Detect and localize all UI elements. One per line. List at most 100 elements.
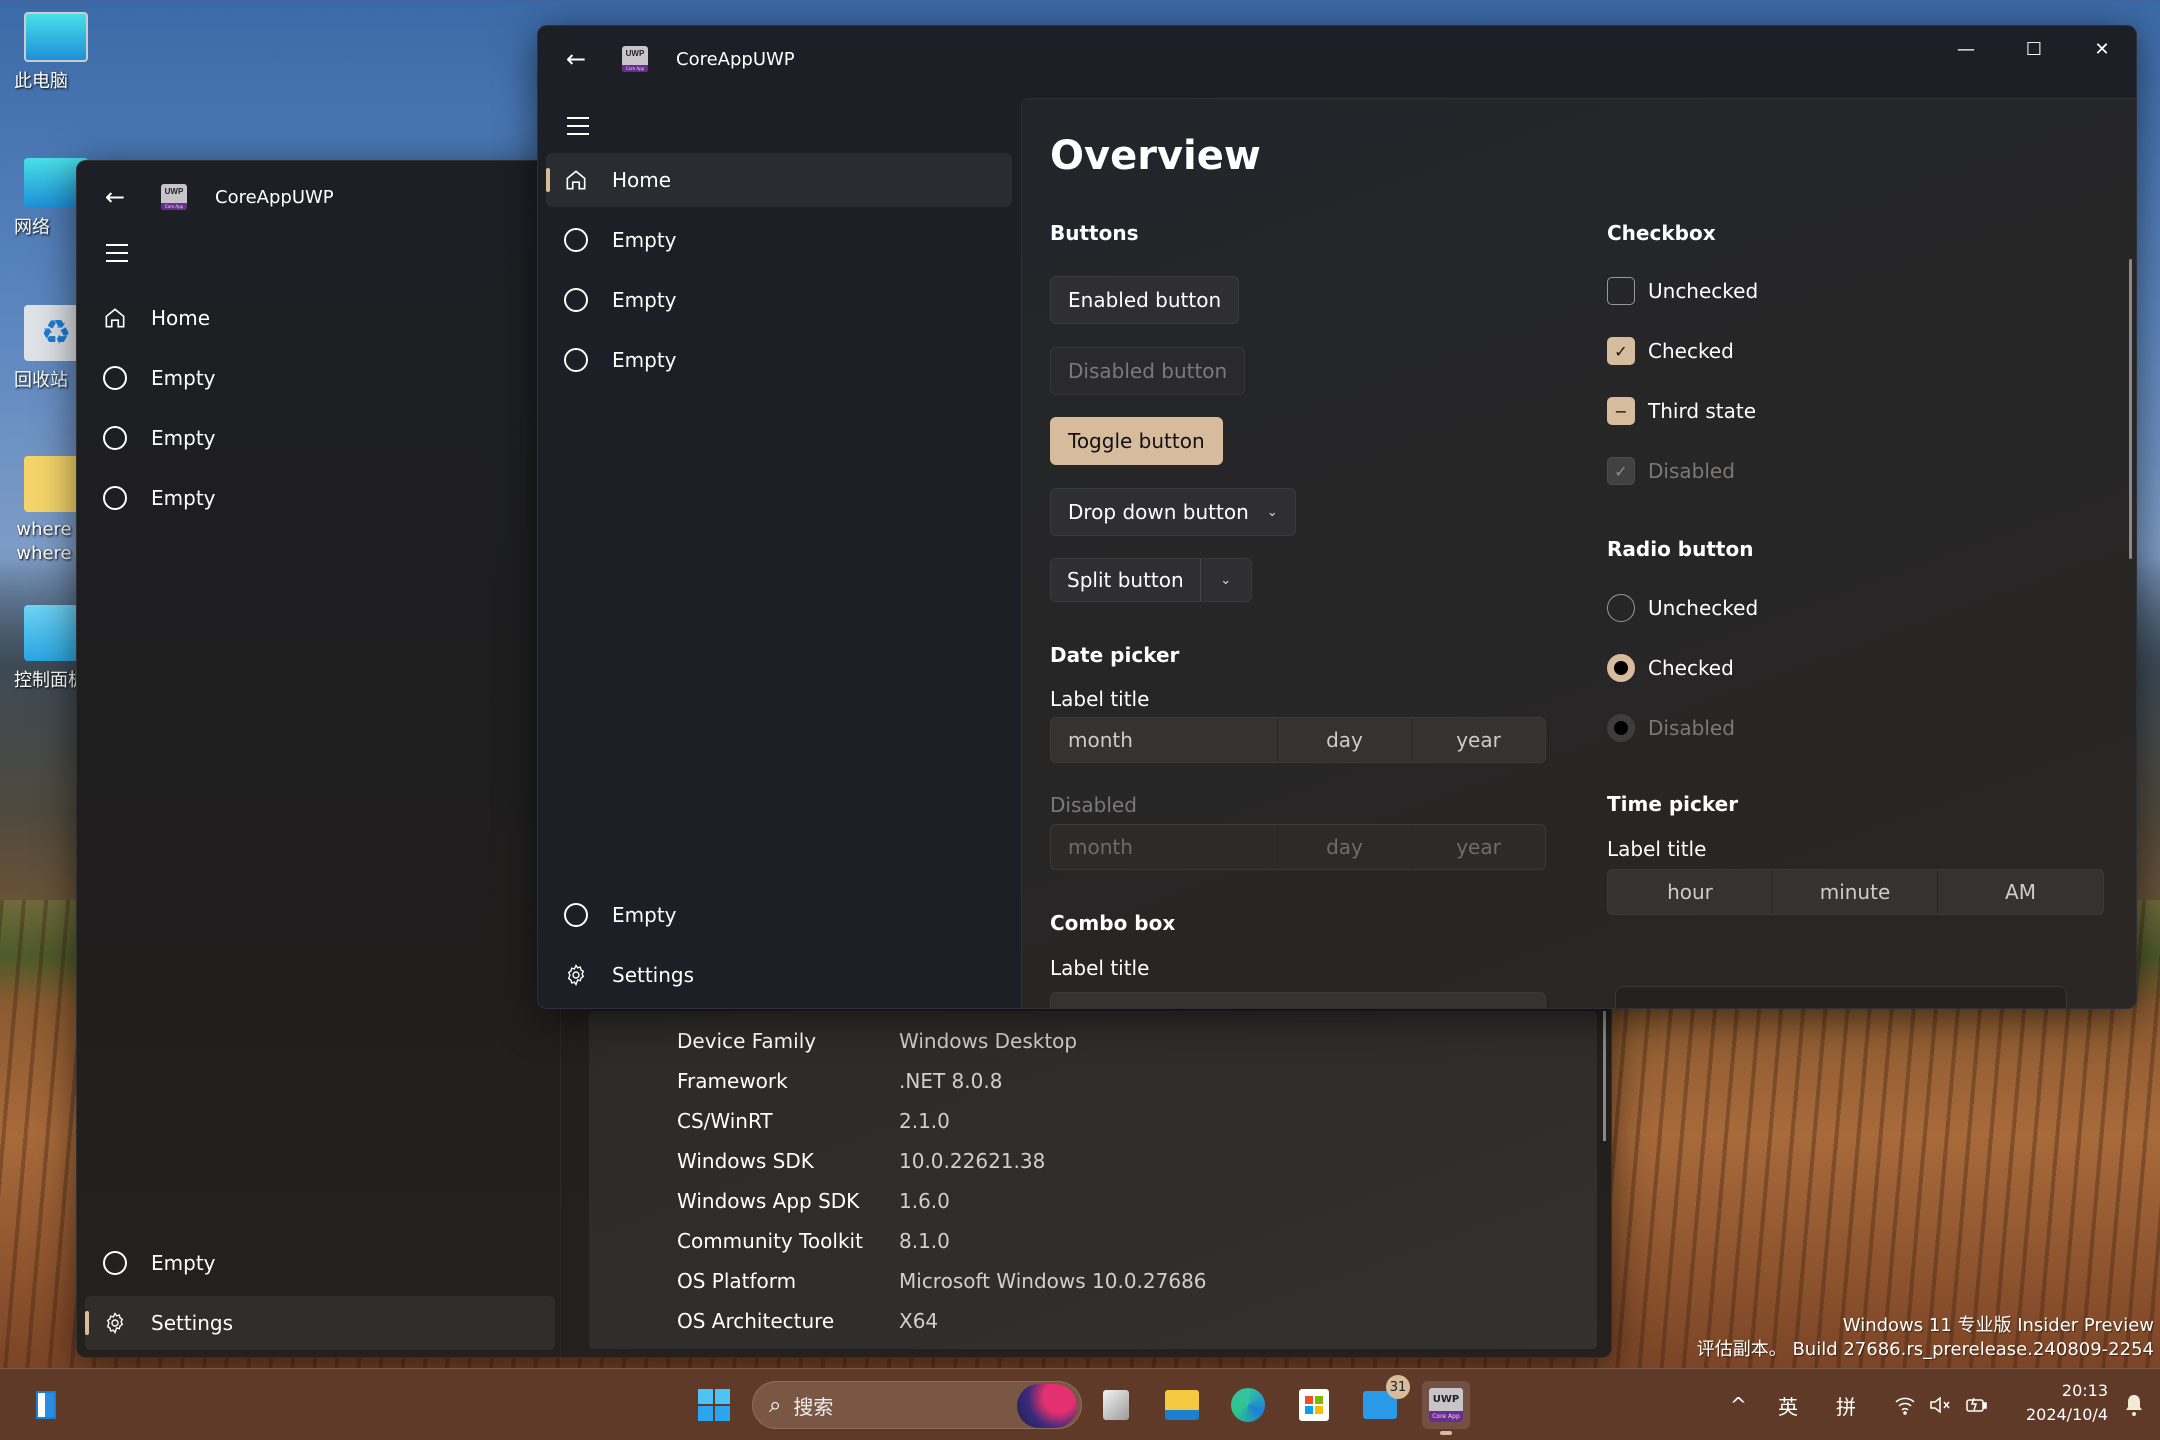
combo-box[interactable] bbox=[1050, 992, 1546, 1008]
split-button[interactable]: Split button ⌄ bbox=[1050, 558, 1252, 602]
nav-item-empty-2[interactable]: Empty bbox=[85, 411, 551, 465]
search-highlight-icon bbox=[1017, 1384, 1077, 1428]
enabled-button[interactable]: Enabled button bbox=[1050, 276, 1240, 324]
disabled-button: Disabled button bbox=[1050, 347, 1246, 395]
home-icon bbox=[101, 304, 129, 332]
split-button-main[interactable]: Split button bbox=[1051, 559, 1201, 601]
date-picker[interactable]: month day year bbox=[1050, 717, 1546, 763]
start-button[interactable] bbox=[690, 1381, 738, 1429]
time-picker-section-title: Time picker bbox=[1607, 792, 1739, 816]
checkbox-unchecked[interactable]: Unchecked bbox=[1607, 277, 1758, 305]
clock-time: 20:13 bbox=[2061, 1381, 2108, 1400]
circle-icon bbox=[562, 901, 590, 929]
info-row: Community Toolkit 8.1.0 bbox=[677, 1229, 950, 1253]
checkbox-section-title: Checkbox bbox=[1607, 221, 1716, 245]
circle-icon bbox=[101, 484, 129, 512]
gear-icon bbox=[562, 961, 590, 989]
circle-icon bbox=[562, 286, 590, 314]
nav-item-home[interactable]: Home bbox=[85, 291, 551, 345]
taskbar-search-box[interactable]: ⌕ 搜索 bbox=[752, 1381, 1082, 1429]
checkmark-icon: ✓ bbox=[1607, 337, 1635, 365]
day-field: day bbox=[1278, 825, 1412, 869]
front-app-window: ← UWP Core App CoreAppUWP — ☐ ✕ Home Emp… bbox=[537, 25, 2137, 1009]
year-field[interactable]: year bbox=[1412, 718, 1545, 762]
nav-item-empty-2[interactable]: Empty bbox=[546, 273, 1012, 327]
wifi-icon[interactable] bbox=[1894, 1369, 1916, 1440]
file-explorer-icon[interactable] bbox=[1158, 1381, 1206, 1429]
back-arrow-icon[interactable]: ← bbox=[556, 39, 596, 79]
date-picker-disabled-label: Disabled bbox=[1050, 793, 1137, 817]
radio-checked[interactable]: Checked bbox=[1607, 654, 1734, 682]
window-title: CoreAppUWP bbox=[215, 186, 334, 208]
day-field[interactable]: day bbox=[1278, 718, 1412, 762]
coreappuwp-taskbar-icon[interactable]: UWP Core App bbox=[1422, 1381, 1470, 1435]
calendar-view: October 2024 ▲ ▼ bbox=[1615, 986, 2067, 1008]
volume-muted-icon[interactable] bbox=[1928, 1369, 1952, 1440]
hour-field[interactable]: hour bbox=[1608, 870, 1773, 914]
ime-mode-indicator[interactable]: 拼 bbox=[1836, 1369, 1856, 1440]
combo-box-section-title: Combo box bbox=[1050, 911, 1176, 935]
nav-item-empty-footer[interactable]: Empty bbox=[546, 888, 1012, 942]
widgets-icon[interactable] bbox=[22, 1381, 70, 1429]
nav-item-empty-footer[interactable]: Empty bbox=[85, 1236, 551, 1290]
microsoft-store-icon[interactable] bbox=[1290, 1381, 1338, 1429]
info-row: OS Architecture X64 bbox=[677, 1309, 939, 1333]
nav-item-settings[interactable]: Settings bbox=[85, 1296, 555, 1350]
battery-icon[interactable] bbox=[1964, 1369, 1988, 1440]
indeterminate-icon: − bbox=[1607, 397, 1635, 425]
info-row: Windows App SDK 1.6.0 bbox=[677, 1189, 950, 1213]
checkbox-checked[interactable]: ✓ Checked bbox=[1607, 337, 1734, 365]
search-icon: ⌕ bbox=[769, 1392, 782, 1418]
ampm-field[interactable]: AM bbox=[1938, 870, 2103, 914]
app-logo-icon: UWP Core App bbox=[161, 184, 187, 210]
running-indicator bbox=[1440, 1431, 1452, 1435]
show-hidden-icons-button[interactable]: ^ bbox=[1730, 1369, 1747, 1440]
task-view-icon[interactable] bbox=[1092, 1381, 1140, 1429]
desktop-icon-this-pc[interactable]: 此电脑 bbox=[14, 12, 98, 92]
overview-content: Overview Buttons Enabled button Disabled… bbox=[1021, 98, 2136, 1008]
hamburger-menu-icon[interactable] bbox=[558, 108, 598, 144]
circle-icon bbox=[562, 346, 590, 374]
mail-icon[interactable]: 31 bbox=[1356, 1375, 1410, 1429]
nav-item-home[interactable]: Home bbox=[546, 153, 1012, 207]
radio-unchecked[interactable]: Unchecked bbox=[1607, 594, 1758, 622]
mail-badge: 31 bbox=[1386, 1375, 1410, 1399]
minimize-button[interactable]: — bbox=[1932, 26, 2000, 72]
radio-section-title: Radio button bbox=[1607, 537, 1754, 561]
month-field[interactable]: month bbox=[1051, 718, 1278, 762]
hamburger-menu-icon[interactable] bbox=[97, 235, 137, 271]
nav-item-empty-1[interactable]: Empty bbox=[85, 351, 551, 405]
nav-item-empty-3[interactable]: Empty bbox=[85, 471, 551, 525]
notification-bell-icon[interactable] bbox=[2124, 1369, 2144, 1440]
clock-date: 2024/10/4 bbox=[2025, 1405, 2108, 1424]
edge-browser-icon[interactable] bbox=[1224, 1381, 1272, 1429]
checkbox-disabled: ✓ Disabled bbox=[1607, 457, 1735, 485]
toggle-button[interactable]: Toggle button bbox=[1050, 417, 1223, 465]
chevron-down-icon[interactable]: ⌄ bbox=[1201, 559, 1251, 601]
circle-icon bbox=[101, 364, 129, 392]
info-row: Device Family Windows Desktop bbox=[677, 1029, 1078, 1053]
info-row: Windows SDK 10.0.22621.38 bbox=[677, 1149, 1046, 1173]
nav-item-empty-1[interactable]: Empty bbox=[546, 213, 1012, 267]
close-button[interactable]: ✕ bbox=[2068, 26, 2136, 72]
year-field: year bbox=[1456, 835, 1501, 859]
back-scrollbar[interactable] bbox=[1603, 1011, 1606, 1141]
minute-field[interactable]: minute bbox=[1773, 870, 1938, 914]
maximize-button[interactable]: ☐ bbox=[2000, 26, 2068, 72]
checkbox-third-state[interactable]: − Third state bbox=[1607, 397, 1756, 425]
content-scrollbar[interactable] bbox=[2129, 259, 2132, 559]
window-title: CoreAppUWP bbox=[676, 48, 795, 70]
ime-language-indicator[interactable]: 英 bbox=[1778, 1369, 1798, 1440]
circle-icon bbox=[562, 226, 590, 254]
nav-item-empty-3[interactable]: Empty bbox=[546, 333, 1012, 387]
checkbox-box bbox=[1607, 277, 1635, 305]
back-arrow-icon[interactable]: ← bbox=[95, 177, 135, 217]
time-picker-label: Label title bbox=[1607, 837, 1707, 861]
taskbar-clock[interactable]: 20:13 2024/10/4 bbox=[2026, 1379, 2108, 1427]
circle-icon bbox=[101, 424, 129, 452]
chevron-down-icon: ⌄ bbox=[1266, 504, 1278, 520]
time-picker[interactable]: hour minute AM bbox=[1607, 869, 2104, 915]
gear-icon bbox=[101, 1309, 129, 1337]
dropdown-button[interactable]: Drop down button ⌄ bbox=[1050, 488, 1296, 536]
nav-item-settings[interactable]: Settings bbox=[546, 948, 1012, 1002]
